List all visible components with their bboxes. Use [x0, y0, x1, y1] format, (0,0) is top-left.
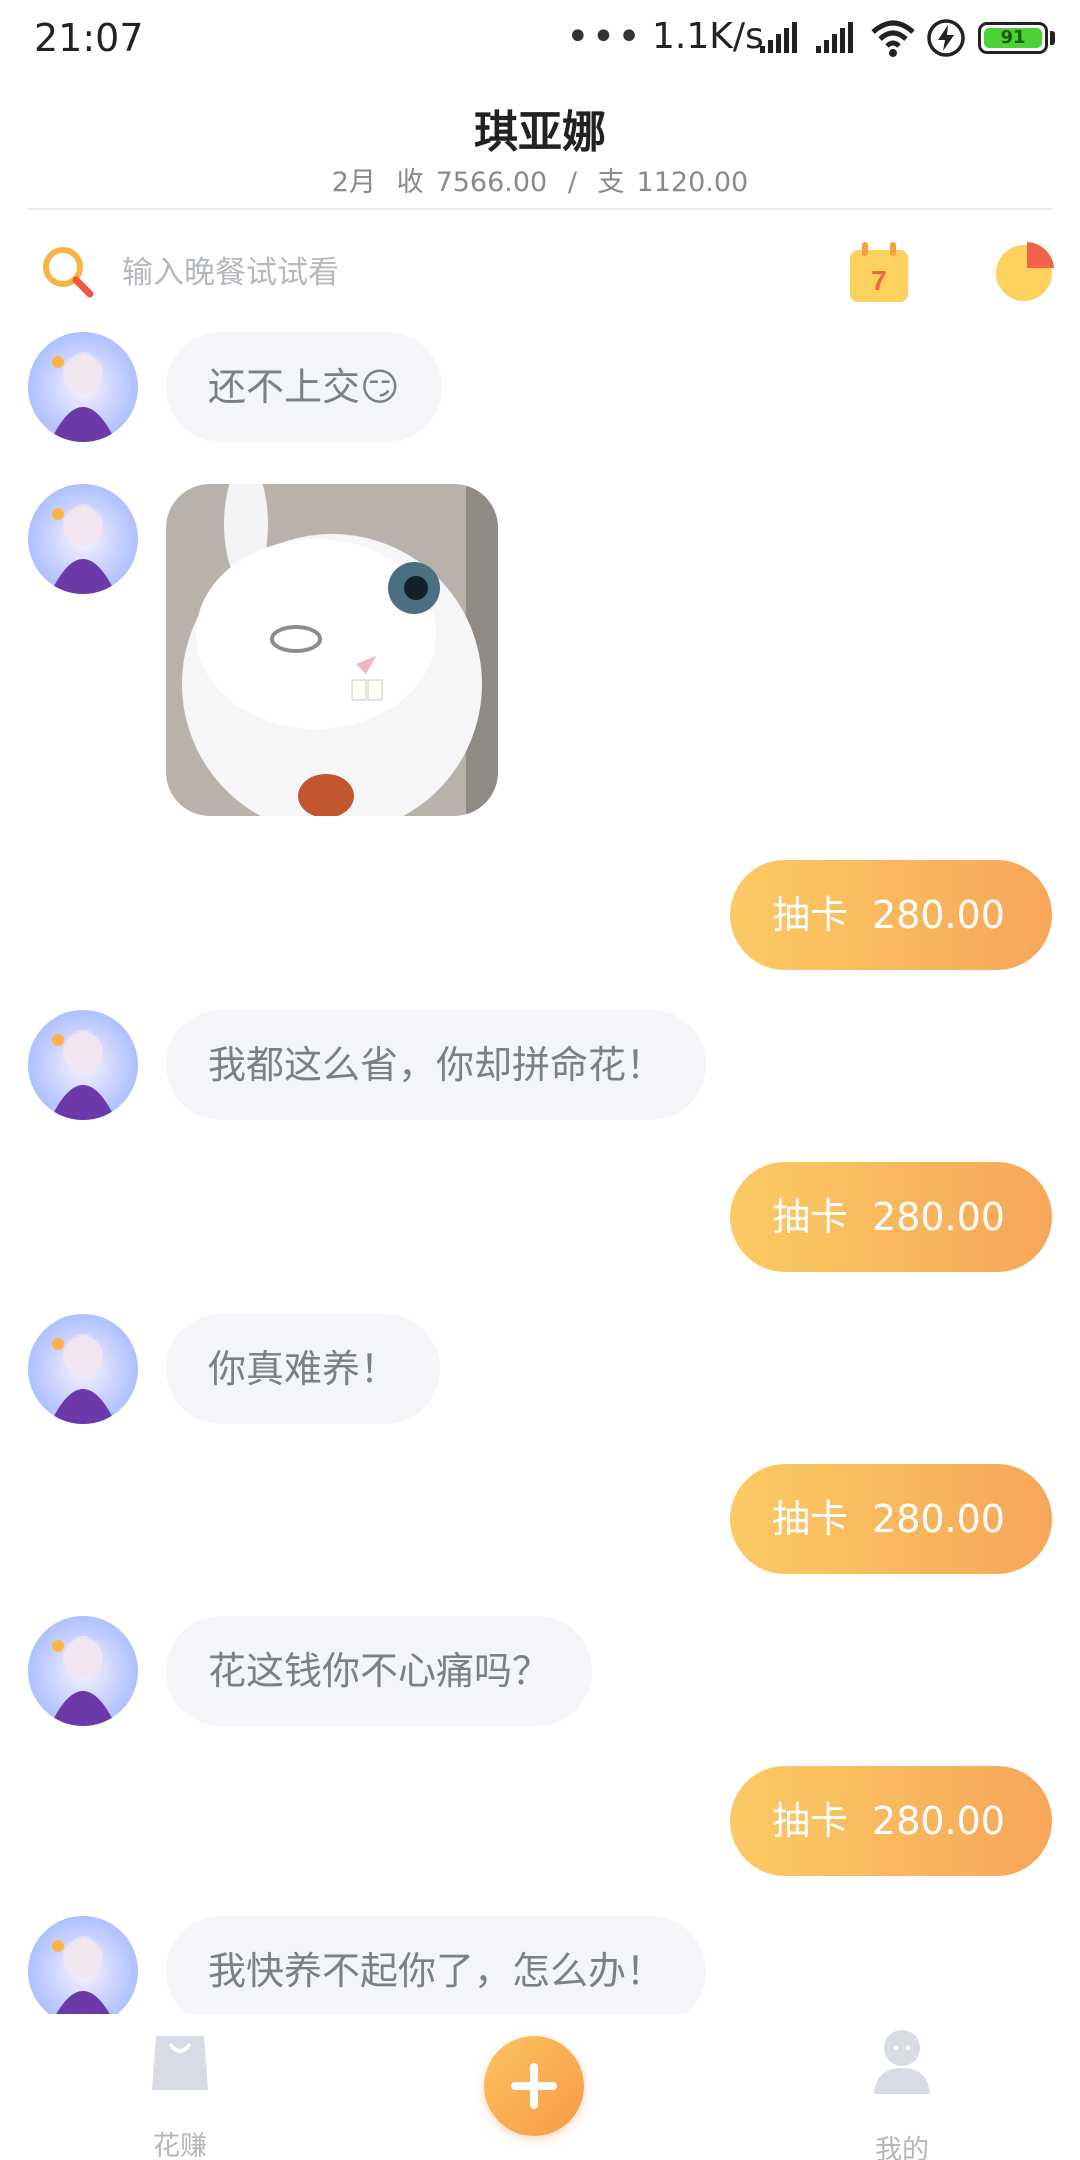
message-bubble: 我都这么省，你却拼命花！	[166, 1010, 707, 1120]
rabbit-sticker[interactable]	[166, 484, 498, 816]
expense-amount: 280.00	[872, 1497, 1005, 1541]
month-label: 2月	[331, 167, 376, 198]
expense-label: 支	[597, 167, 625, 198]
nav-item-earn[interactable]	[140, 2028, 220, 2098]
status-time: 21:07	[34, 16, 144, 60]
plus-icon	[511, 2063, 557, 2109]
page-title: 琪亚娜	[474, 107, 606, 158]
add-record-button[interactable]	[484, 2036, 584, 2136]
expense-value: 1120.00	[636, 167, 749, 198]
expense-amount: 280.00	[872, 1799, 1005, 1843]
signal-icon	[816, 22, 853, 53]
message-bubble: 我快养不起你了，怎么办！	[166, 1916, 707, 2026]
status-bar: 21:07 ••• 1.1K/s 91	[0, 0, 1080, 80]
expense-category: 抽卡	[772, 893, 849, 937]
nav-item-me[interactable]	[862, 2028, 942, 2102]
expense-category: 抽卡	[772, 1195, 849, 1239]
expense-amount: 280.00	[872, 893, 1005, 937]
expense-bubble[interactable]: 抽卡 280.00	[730, 1162, 1052, 1272]
search-icon[interactable]	[40, 244, 96, 300]
battery-cap	[1050, 31, 1055, 45]
more-dots-icon: •••	[566, 14, 643, 60]
income-label: 收	[396, 167, 424, 198]
nav-label-me[interactable]: 我的	[842, 2128, 962, 2160]
message-bubble: 你真难养！	[166, 1314, 441, 1424]
battery-icon: 91	[978, 22, 1048, 54]
summary-separator: /	[567, 167, 577, 198]
expense-amount: 280.00	[872, 1195, 1005, 1239]
net-speed: 1.1K/s	[652, 16, 764, 57]
avatar[interactable]	[28, 1314, 138, 1424]
expense-bubble[interactable]: 抽卡 280.00	[730, 860, 1052, 970]
pie-chart-icon[interactable]	[994, 240, 1056, 302]
calendar-icon[interactable]: 7	[848, 242, 910, 304]
avatar[interactable]	[28, 1010, 138, 1120]
charging-icon	[927, 19, 965, 57]
expense-bubble[interactable]: 抽卡 280.00	[730, 1464, 1052, 1574]
avatar[interactable]	[28, 1616, 138, 1726]
expense-category: 抽卡	[772, 1497, 849, 1541]
search-input[interactable]	[122, 248, 822, 298]
signal-icon	[760, 22, 797, 53]
battery-level: 91	[984, 28, 1042, 48]
wifi-icon	[871, 20, 915, 57]
avatar[interactable]	[28, 332, 138, 442]
expense-category: 抽卡	[772, 1799, 849, 1843]
expense-bubble[interactable]: 抽卡 280.00	[730, 1766, 1052, 1876]
avatar[interactable]	[28, 1916, 138, 2026]
message-bubble: 还不上交😏	[166, 332, 442, 442]
nav-label-earn[interactable]: 花赚	[120, 2124, 240, 2160]
message-bubble: 花这钱你不心痛吗？	[166, 1616, 593, 1726]
shopping-bag-icon	[152, 2036, 208, 2090]
month-summary: 2月 收 7566.00 / 支 1120.00	[0, 160, 1080, 199]
income-value: 7566.00	[435, 167, 548, 198]
user-icon	[874, 2030, 930, 2094]
calendar-day: 7	[871, 265, 887, 296]
header-divider	[28, 208, 1052, 210]
avatar[interactable]	[28, 484, 138, 594]
